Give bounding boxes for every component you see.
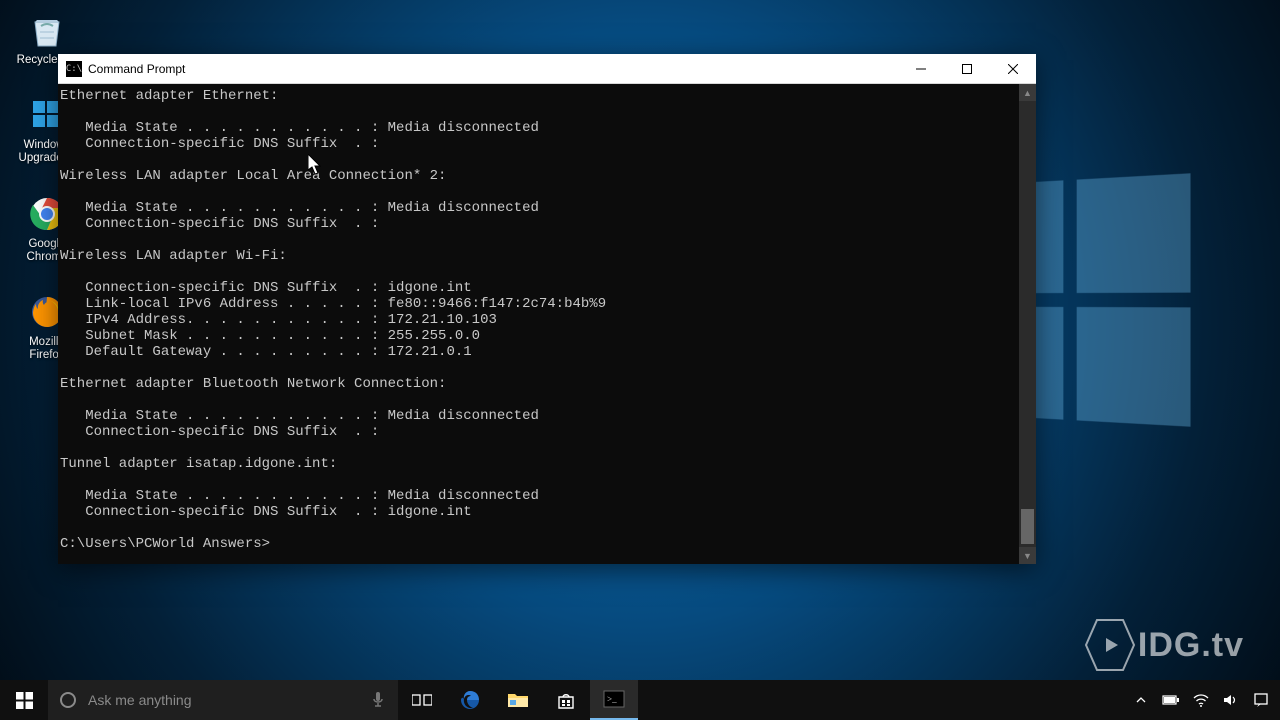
command-prompt-icon: C:\: [66, 61, 82, 77]
scroll-down-arrow[interactable]: ▼: [1019, 547, 1036, 564]
scroll-thumb[interactable]: [1021, 509, 1034, 544]
tray-chevron-up-icon[interactable]: [1128, 680, 1154, 720]
cortana-search[interactable]: Ask me anything: [48, 680, 398, 720]
svg-text:>_: >_: [607, 694, 617, 704]
recycle-bin-icon: [25, 8, 69, 52]
system-tray: [1128, 680, 1280, 720]
taskbar-command-prompt-icon[interactable]: >_: [590, 680, 638, 720]
titlebar[interactable]: C:\ Command Prompt: [58, 54, 1036, 84]
taskbar-edge-icon[interactable]: [446, 680, 494, 720]
maximize-button[interactable]: [944, 54, 990, 83]
scrollbar[interactable]: ▲ ▼: [1019, 84, 1036, 564]
idg-tv-watermark: IDG.tv: [1084, 616, 1244, 674]
taskbar: Ask me anything: [0, 680, 1280, 720]
task-view-button[interactable]: [398, 680, 446, 720]
minimize-button[interactable]: [898, 54, 944, 83]
start-button[interactable]: [0, 680, 48, 720]
cortana-icon: [48, 691, 88, 709]
window-title: Command Prompt: [88, 62, 185, 76]
tray-notifications-icon[interactable]: [1248, 680, 1274, 720]
close-button[interactable]: [990, 54, 1036, 83]
microphone-icon[interactable]: [358, 691, 398, 709]
search-placeholder: Ask me anything: [88, 692, 358, 708]
taskbar-file-explorer-icon[interactable]: [494, 680, 542, 720]
watermark-text: IDG.tv: [1138, 626, 1244, 665]
terminal-output[interactable]: Ethernet adapter Ethernet: Media State .…: [58, 84, 1019, 564]
tray-wifi-icon[interactable]: [1188, 680, 1214, 720]
tray-volume-icon[interactable]: [1218, 680, 1244, 720]
taskbar-store-icon[interactable]: [542, 680, 590, 720]
scroll-up-arrow[interactable]: ▲: [1019, 84, 1036, 101]
tray-battery-icon[interactable]: [1158, 680, 1184, 720]
command-prompt-window: C:\ Command Prompt Ethernet adapter Ethe…: [58, 54, 1036, 564]
